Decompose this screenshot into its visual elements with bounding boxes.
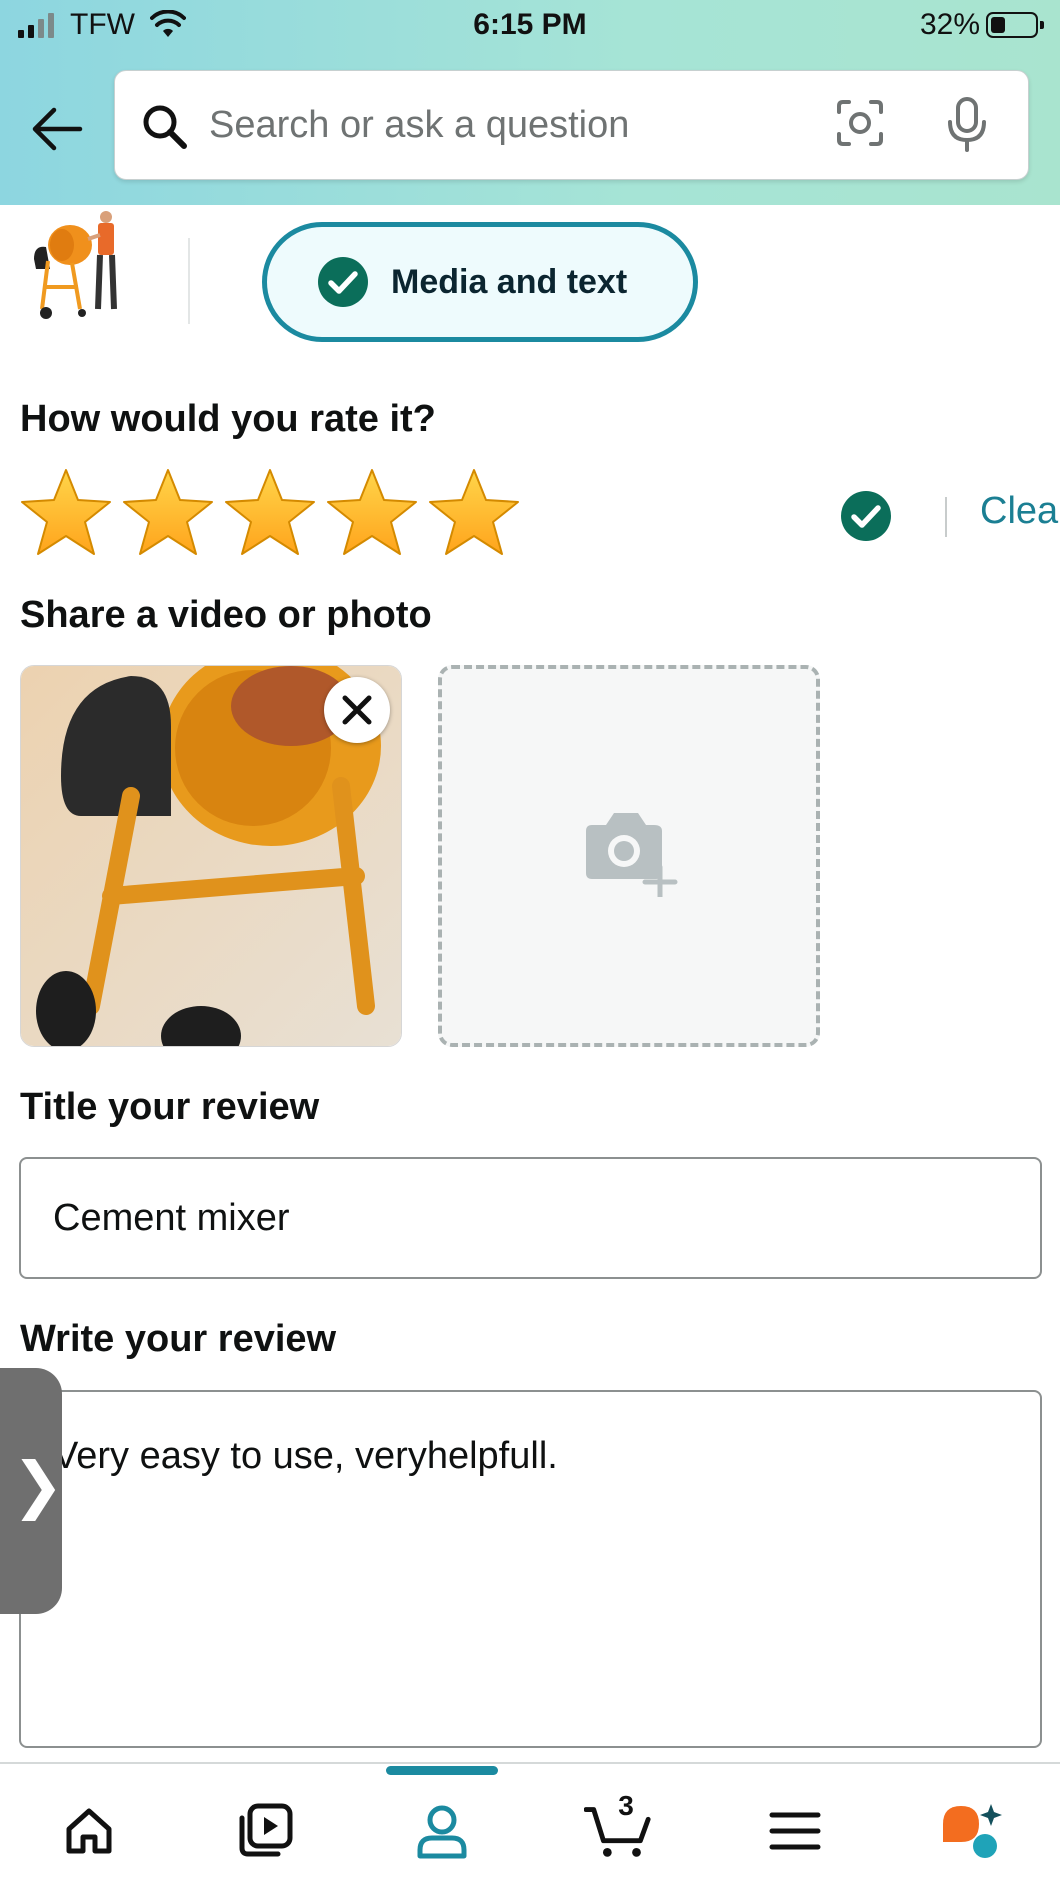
star-icon[interactable]: [426, 466, 522, 558]
cart-count-badge: 3: [618, 1790, 634, 1821]
nav-account[interactable]: [407, 1796, 477, 1866]
review-title-input[interactable]: [19, 1157, 1042, 1279]
search-input[interactable]: [209, 95, 809, 155]
header-bar: TFW 6:15 PM 32%: [0, 0, 1060, 205]
side-drawer-tab[interactable]: ❯: [0, 1368, 64, 1614]
divider: [945, 497, 947, 537]
review-title-heading: Title your review: [20, 1086, 320, 1128]
nav-menu[interactable]: [760, 1796, 830, 1866]
assistant-icon: [943, 1804, 1002, 1858]
nav-home[interactable]: [54, 1796, 124, 1866]
review-body-heading: Write your review: [20, 1318, 337, 1360]
active-tab-indicator: [386, 1766, 498, 1775]
bottom-navigation: [0, 1762, 1060, 1885]
rating-saved-check-icon: [841, 491, 891, 541]
clock: 6:15 PM: [473, 8, 587, 41]
star-icon[interactable]: [222, 466, 318, 558]
home-icon: [66, 1808, 112, 1854]
search-box[interactable]: [114, 70, 1029, 180]
status-bar: TFW 6:15 PM 32%: [0, 0, 1060, 52]
person-icon: [417, 1805, 467, 1859]
review-mode-label: Media and text: [391, 262, 628, 301]
add-media-tile[interactable]: [438, 665, 820, 1047]
search-icon: [143, 105, 187, 149]
camera-lens-icon[interactable]: [835, 98, 885, 148]
battery-percentage: 32%: [919, 8, 980, 41]
nav-assistant[interactable]: [936, 1796, 1006, 1866]
rating-heading: How would you rate it?: [20, 398, 436, 440]
microphone-icon[interactable]: [945, 96, 989, 154]
star-rating[interactable]: [18, 466, 522, 558]
arrow-left-icon[interactable]: [28, 100, 86, 158]
media-heading: Share a video or photo: [20, 594, 432, 636]
checkmark-icon: [318, 257, 368, 307]
video-library-icon: [239, 1803, 293, 1857]
battery-icon: [986, 12, 1044, 38]
review-body-textarea[interactable]: Very easy to use, veryhelpfull.: [19, 1390, 1042, 1748]
hamburger-menu-icon: [769, 1812, 821, 1850]
divider: [188, 238, 190, 324]
star-icon[interactable]: [324, 466, 420, 558]
star-icon[interactable]: [18, 466, 114, 558]
nav-video[interactable]: [230, 1796, 300, 1866]
clear-rating-link[interactable]: Clear: [980, 490, 1060, 533]
remove-photo-close-icon[interactable]: [324, 677, 390, 743]
camera-plus-icon: [586, 813, 678, 897]
review-mode-toggle[interactable]: Media and text: [262, 222, 698, 342]
chevron-right-icon: ❯: [12, 1448, 64, 1521]
star-icon[interactable]: [120, 466, 216, 558]
product-thumbnail: [34, 211, 117, 319]
